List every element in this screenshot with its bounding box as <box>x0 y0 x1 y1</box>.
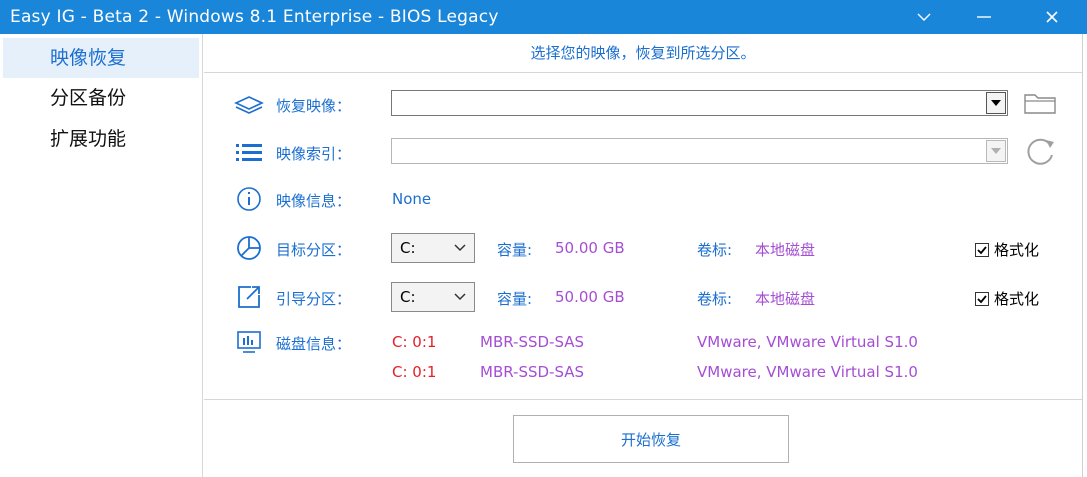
minimize-button[interactable] <box>962 0 1006 34</box>
title-bar: Easy IG - Beta 2 - Windows 8.1 Enterpris… <box>0 0 1087 34</box>
main-panel: 选择您的映像，恢复到所选分区。 恢复映像： 映像索引： 映像信息： None 目… <box>204 34 1087 477</box>
restore-image-combo[interactable] <box>391 90 1008 116</box>
boot-volume-label: 卷标: <box>697 290 733 308</box>
disk-row-model: VMware, VMware Virtual S1.0 <box>697 363 918 381</box>
section-divider <box>204 399 1082 400</box>
sidebar: 映像恢复 分区备份 扩展功能 <box>0 34 203 477</box>
disk-row-model: VMware, VMware Virtual S1.0 <box>697 333 918 351</box>
target-partition-label: 目标分区： <box>276 241 352 259</box>
boot-partition-select[interactable]: C: <box>391 282 475 312</box>
disk-info-label: 磁盘信息： <box>276 335 352 353</box>
hint-text: 选择您的映像，恢复到所选分区。 <box>204 34 1082 73</box>
check-icon <box>977 245 987 254</box>
start-restore-button[interactable]: 开始恢复 <box>513 415 789 463</box>
target-volume-label: 卷标: <box>697 241 733 259</box>
disk-row-id: C: 0:1 <box>392 363 437 381</box>
image-info-value: None <box>392 190 432 208</box>
refresh-icon <box>1027 138 1054 165</box>
image-index-combo[interactable] <box>391 138 1008 164</box>
disk-row-id: C: 0:1 <box>392 333 437 351</box>
disk-monitor-icon <box>232 327 266 357</box>
checkbox-box[interactable] <box>975 291 989 306</box>
format-label: 格式化 <box>994 241 1040 259</box>
checkbox-box[interactable] <box>975 242 989 257</box>
boot-partition-label: 引导分区： <box>276 290 352 308</box>
sidebar-item-partition-backup[interactable]: 分区备份 <box>3 78 199 118</box>
target-partition-selected: C: <box>400 239 416 257</box>
external-link-icon <box>232 282 266 312</box>
image-info-label: 映像信息： <box>276 192 352 210</box>
menu-chevron-button[interactable] <box>902 0 946 34</box>
chevron-down-icon <box>454 293 466 301</box>
check-icon <box>977 294 987 303</box>
panel-right-edge <box>1082 34 1087 477</box>
refresh-button[interactable] <box>1022 136 1058 166</box>
minimize-icon <box>977 16 991 18</box>
layers-icon <box>232 91 266 121</box>
boot-volume-value: 本地磁盘 <box>755 290 816 308</box>
format-label: 格式化 <box>994 290 1040 308</box>
sidebar-item-extensions[interactable]: 扩展功能 <box>3 119 199 159</box>
chevron-down-icon <box>454 244 466 252</box>
target-capacity-value: 50.00 GB <box>555 239 625 257</box>
image-index-label: 映像索引： <box>276 145 352 163</box>
boot-format-checkbox[interactable]: 格式化 <box>975 288 1039 309</box>
disk-row-type: MBR-SSD-SAS <box>480 363 585 381</box>
disk-row-type: MBR-SSD-SAS <box>480 333 585 351</box>
close-icon <box>1046 11 1058 23</box>
list-icon <box>232 137 266 167</box>
target-capacity-label: 容量: <box>497 241 533 259</box>
boot-capacity-value: 50.00 GB <box>555 288 625 306</box>
target-volume-value: 本地磁盘 <box>755 241 816 259</box>
browse-button[interactable] <box>1022 88 1058 118</box>
pie-chart-icon <box>232 233 266 263</box>
info-icon <box>232 184 266 214</box>
window-title: Easy IG - Beta 2 - Windows 8.1 Enterpris… <box>10 7 499 27</box>
restore-image-label: 恢复映像： <box>276 97 352 115</box>
target-format-checkbox[interactable]: 格式化 <box>975 239 1039 260</box>
close-button[interactable] <box>1030 0 1074 34</box>
combo-dropdown-arrow[interactable] <box>986 92 1006 114</box>
boot-partition-selected: C: <box>400 288 416 306</box>
target-partition-select[interactable]: C: <box>391 233 475 263</box>
combo-dropdown-arrow[interactable] <box>986 140 1006 162</box>
chevron-down-icon <box>917 13 931 21</box>
folder-icon <box>1024 94 1056 114</box>
sidebar-item-image-restore[interactable]: 映像恢复 <box>3 38 199 78</box>
boot-capacity-label: 容量: <box>497 290 533 308</box>
